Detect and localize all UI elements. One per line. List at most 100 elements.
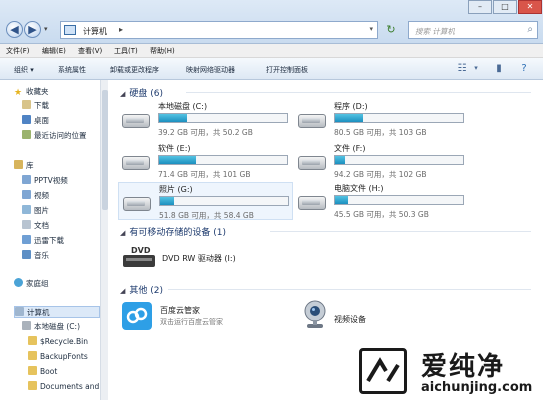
system-properties-button[interactable]: 系统属性 <box>58 65 86 75</box>
help-icon[interactable]: ? <box>518 63 530 74</box>
nav-item-documents[interactable]: 文档 <box>22 220 107 232</box>
dvd-drive-icon: DVD <box>123 246 155 267</box>
svg-text:DVD: DVD <box>131 246 151 255</box>
address-field[interactable]: 计算机 ▸ ▾ <box>60 21 378 39</box>
thunder-download-icon <box>22 235 31 244</box>
drive-tile-d[interactable]: 程序 (D:) 80.5 GB 可用，共 103 GB <box>294 100 469 138</box>
drive-tile-f[interactable]: 文件 (F:) 94.2 GB 可用，共 102 GB <box>294 142 469 180</box>
library-icon <box>14 160 23 169</box>
address-dropdown-icon[interactable]: ▾ <box>369 25 373 33</box>
drive-usage-bar <box>158 155 288 165</box>
organize-button[interactable]: 组织 ▾ <box>14 65 34 75</box>
baidu-cloud-tile[interactable]: 百度云管家 双击运行百度云管家 <box>122 302 282 332</box>
refresh-icon[interactable]: ↻ <box>383 22 399 38</box>
forward-button[interactable]: ▶ <box>24 21 41 38</box>
history-dropdown-icon[interactable]: ▾ <box>44 25 48 33</box>
hard-drive-icon <box>298 196 326 210</box>
open-control-panel-button[interactable]: 打开控制面板 <box>266 65 308 75</box>
drive-space-info: 45.5 GB 可用，共 50.3 GB <box>334 210 429 219</box>
drive-usage-fill <box>335 196 348 204</box>
nav-item-pptv[interactable]: PPTV视频 <box>22 175 107 187</box>
nav-item-local-disk-c[interactable]: 本地磁盘 (C:) <box>22 321 107 333</box>
drive-name: 照片 (G:) <box>159 185 193 194</box>
back-button[interactable]: ◀ <box>6 21 23 38</box>
star-icon: ★ <box>14 88 23 98</box>
app-name: 百度云管家 <box>160 306 200 315</box>
nav-item-thunder-downloads[interactable]: 迅雷下载 <box>22 235 107 247</box>
menu-edit[interactable]: 编辑(E) <box>42 46 66 56</box>
nav-item-desktop[interactable]: 桌面 <box>22 115 107 127</box>
folder-icon <box>28 351 37 360</box>
drive-space-info: 80.5 GB 可用，共 103 GB <box>334 128 427 137</box>
maximize-button[interactable]: □ <box>493 0 517 14</box>
minimize-button[interactable]: – <box>468 0 492 14</box>
uninstall-program-button[interactable]: 卸载或更改程序 <box>110 65 159 75</box>
breadcrumb-computer[interactable]: 计算机 <box>83 26 107 37</box>
drive-tile-c[interactable]: 本地磁盘 (C:) 39.2 GB 可用，共 50.2 GB <box>118 100 293 138</box>
hard-drive-icon <box>298 114 326 128</box>
breadcrumb-chevron-icon[interactable]: ▸ <box>119 25 123 34</box>
address-bar-area: – □ ✕ ◀ ▶ ▾ 计算机 ▸ ▾ ↻ 搜索 计算机 ⌕ <box>0 0 543 44</box>
webcam-icon <box>304 300 326 328</box>
drive-usage-bar <box>158 113 288 123</box>
app-description: 双击运行百度云管家 <box>160 318 223 326</box>
view-options-icon[interactable]: ☷ <box>456 63 468 74</box>
nav-item-videos[interactable]: 视频 <box>22 190 107 202</box>
homegroup-header[interactable]: 家庭组 <box>14 278 107 290</box>
pictures-icon <box>22 205 31 214</box>
desktop-icon <box>22 115 31 124</box>
preview-pane-icon[interactable]: ▮ <box>493 63 505 74</box>
close-button[interactable]: ✕ <box>518 0 542 14</box>
menu-view[interactable]: 查看(V) <box>78 46 102 56</box>
computer-icon <box>64 25 76 35</box>
nav-item-backupfonts[interactable]: BackupFonts <box>28 351 107 363</box>
folder-icon <box>28 366 37 375</box>
computer-icon <box>15 307 24 316</box>
hard-drive-icon <box>298 156 326 170</box>
collapse-icon[interactable]: ◢ <box>120 90 125 98</box>
video-device-tile[interactable]: 视频设备 <box>302 300 462 332</box>
nav-item-boot[interactable]: Boot <box>28 366 107 378</box>
folder-icon <box>28 381 37 390</box>
videos-icon <box>22 190 31 199</box>
favorites-header[interactable]: ★ 收藏夹 <box>14 86 107 98</box>
map-network-drive-button[interactable]: 映射网络驱动器 <box>186 65 235 75</box>
music-icon <box>22 250 31 259</box>
menu-bar: 文件(F) 编辑(E) 查看(V) 工具(T) 帮助(H) <box>0 44 543 58</box>
menu-help[interactable]: 帮助(H) <box>150 46 175 56</box>
drive-tile-e[interactable]: 软件 (E:) 71.4 GB 可用，共 101 GB <box>118 142 293 180</box>
dvd-drive-tile[interactable]: DVD DVD RW 驱动器 (I:) <box>122 243 282 273</box>
group-divider <box>186 92 531 93</box>
drive-usage-bar <box>334 155 464 165</box>
nav-scrollbar[interactable] <box>100 80 108 400</box>
homegroup-icon <box>14 278 23 287</box>
nav-item-recycle-bin-folder[interactable]: $Recycle.Bin <box>28 336 107 348</box>
drive-name: 软件 (E:) <box>158 144 191 153</box>
group-hard-disks[interactable]: ◢ 硬盘 (6) <box>120 86 163 99</box>
computer-header[interactable]: 计算机 <box>14 306 100 318</box>
collapse-icon[interactable]: ◢ <box>120 229 125 237</box>
nav-item-documents-and[interactable]: Documents and <box>28 381 100 393</box>
group-other[interactable]: ◢ 其他 (2) <box>120 283 163 296</box>
nav-item-downloads[interactable]: 下载 <box>22 100 107 112</box>
nav-item-recent[interactable]: 最近访问的位置 <box>22 130 107 142</box>
nav-item-music[interactable]: 音乐 <box>22 250 107 262</box>
search-input[interactable]: 搜索 计算机 ⌕ <box>408 21 538 39</box>
drive-tile-h[interactable]: 电脑文件 (H:) 45.5 GB 可用，共 50.3 GB <box>294 182 469 220</box>
downloads-icon <box>22 100 31 109</box>
drive-space-info: 94.2 GB 可用，共 102 GB <box>334 170 427 179</box>
search-icon[interactable]: ⌕ <box>527 24 533 35</box>
drive-tile-g[interactable]: 照片 (G:) 51.8 GB 可用，共 58.4 GB <box>118 182 293 220</box>
menu-tools[interactable]: 工具(T) <box>114 46 138 56</box>
menu-file[interactable]: 文件(F) <box>6 46 30 56</box>
drive-usage-fill <box>159 114 188 122</box>
drive-usage-bar <box>334 113 464 123</box>
collapse-icon[interactable]: ◢ <box>120 287 125 295</box>
nav-item-pictures[interactable]: 图片 <box>22 205 107 217</box>
hard-drive-icon <box>122 156 150 170</box>
view-dropdown-icon[interactable]: ▾ <box>470 63 482 74</box>
group-removable-storage[interactable]: ◢ 有可移动存储的设备 (1) <box>120 225 226 238</box>
watermark: 爱纯净 aichunjing.com <box>355 344 543 400</box>
libraries-header[interactable]: 库 <box>14 160 107 172</box>
search-placeholder: 搜索 计算机 <box>415 27 455 36</box>
